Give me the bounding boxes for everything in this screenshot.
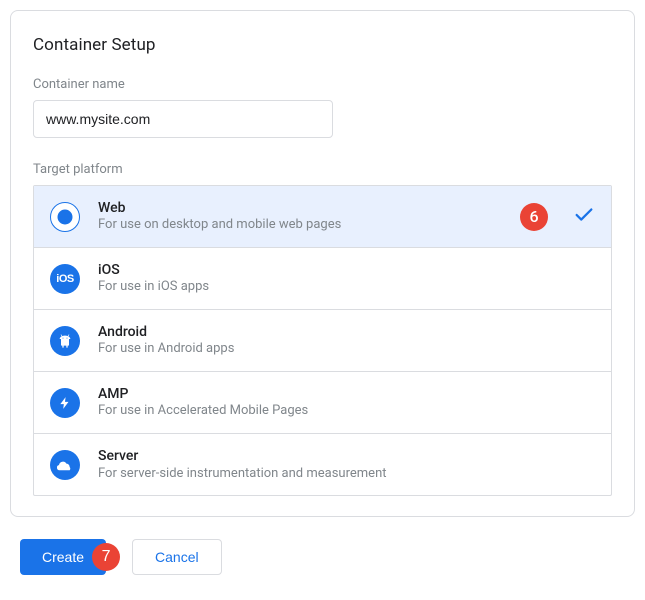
platform-title: AMP xyxy=(98,385,595,403)
check-icon xyxy=(573,204,595,230)
container-name-label: Container name xyxy=(33,77,612,92)
platform-desc: For use on desktop and mobile web pages xyxy=(98,217,520,234)
container-setup-card: Container Setup Container name Target pl… xyxy=(10,10,635,517)
platform-option-ios[interactable]: iOS iOS For use in iOS apps xyxy=(34,248,611,310)
amp-icon xyxy=(50,388,80,418)
platform-desc: For use in Android apps xyxy=(98,341,595,358)
platform-text: AMP For use in Accelerated Mobile Pages xyxy=(98,385,595,420)
ios-icon: iOS xyxy=(50,264,80,294)
server-icon xyxy=(50,450,80,480)
create-button-label: Create xyxy=(42,549,84,565)
platform-text: Android For use in Android apps xyxy=(98,323,595,358)
platform-title: iOS xyxy=(98,261,595,279)
platform-list: Web For use on desktop and mobile web pa… xyxy=(33,185,612,496)
platform-desc: For use in iOS apps xyxy=(98,279,595,296)
target-platform-label: Target platform xyxy=(33,162,612,177)
platform-text: Web For use on desktop and mobile web pa… xyxy=(98,199,520,234)
card-title: Container Setup xyxy=(33,35,612,55)
android-icon xyxy=(50,326,80,356)
annotation-badge-7: 7 xyxy=(92,543,120,571)
platform-desc: For server-side instrumentation and meas… xyxy=(98,466,595,483)
platform-title: Android xyxy=(98,323,595,341)
platform-text: iOS For use in iOS apps xyxy=(98,261,595,296)
platform-option-web[interactable]: Web For use on desktop and mobile web pa… xyxy=(34,186,611,248)
platform-title: Server xyxy=(98,447,595,465)
platform-desc: For use in Accelerated Mobile Pages xyxy=(98,403,595,420)
platform-text: Server For server-side instrumentation a… xyxy=(98,447,595,482)
cancel-button[interactable]: Cancel xyxy=(132,539,222,575)
platform-option-server[interactable]: Server For server-side instrumentation a… xyxy=(34,434,611,495)
platform-option-android[interactable]: Android For use in Android apps xyxy=(34,310,611,372)
create-button[interactable]: Create 7 xyxy=(20,539,106,575)
platform-option-amp[interactable]: AMP For use in Accelerated Mobile Pages xyxy=(34,372,611,434)
platform-title: Web xyxy=(98,199,520,217)
web-icon xyxy=(50,202,80,232)
container-name-input[interactable] xyxy=(33,100,333,138)
annotation-badge-6: 6 xyxy=(520,203,548,231)
footer-actions: Create 7 Cancel xyxy=(10,539,635,575)
